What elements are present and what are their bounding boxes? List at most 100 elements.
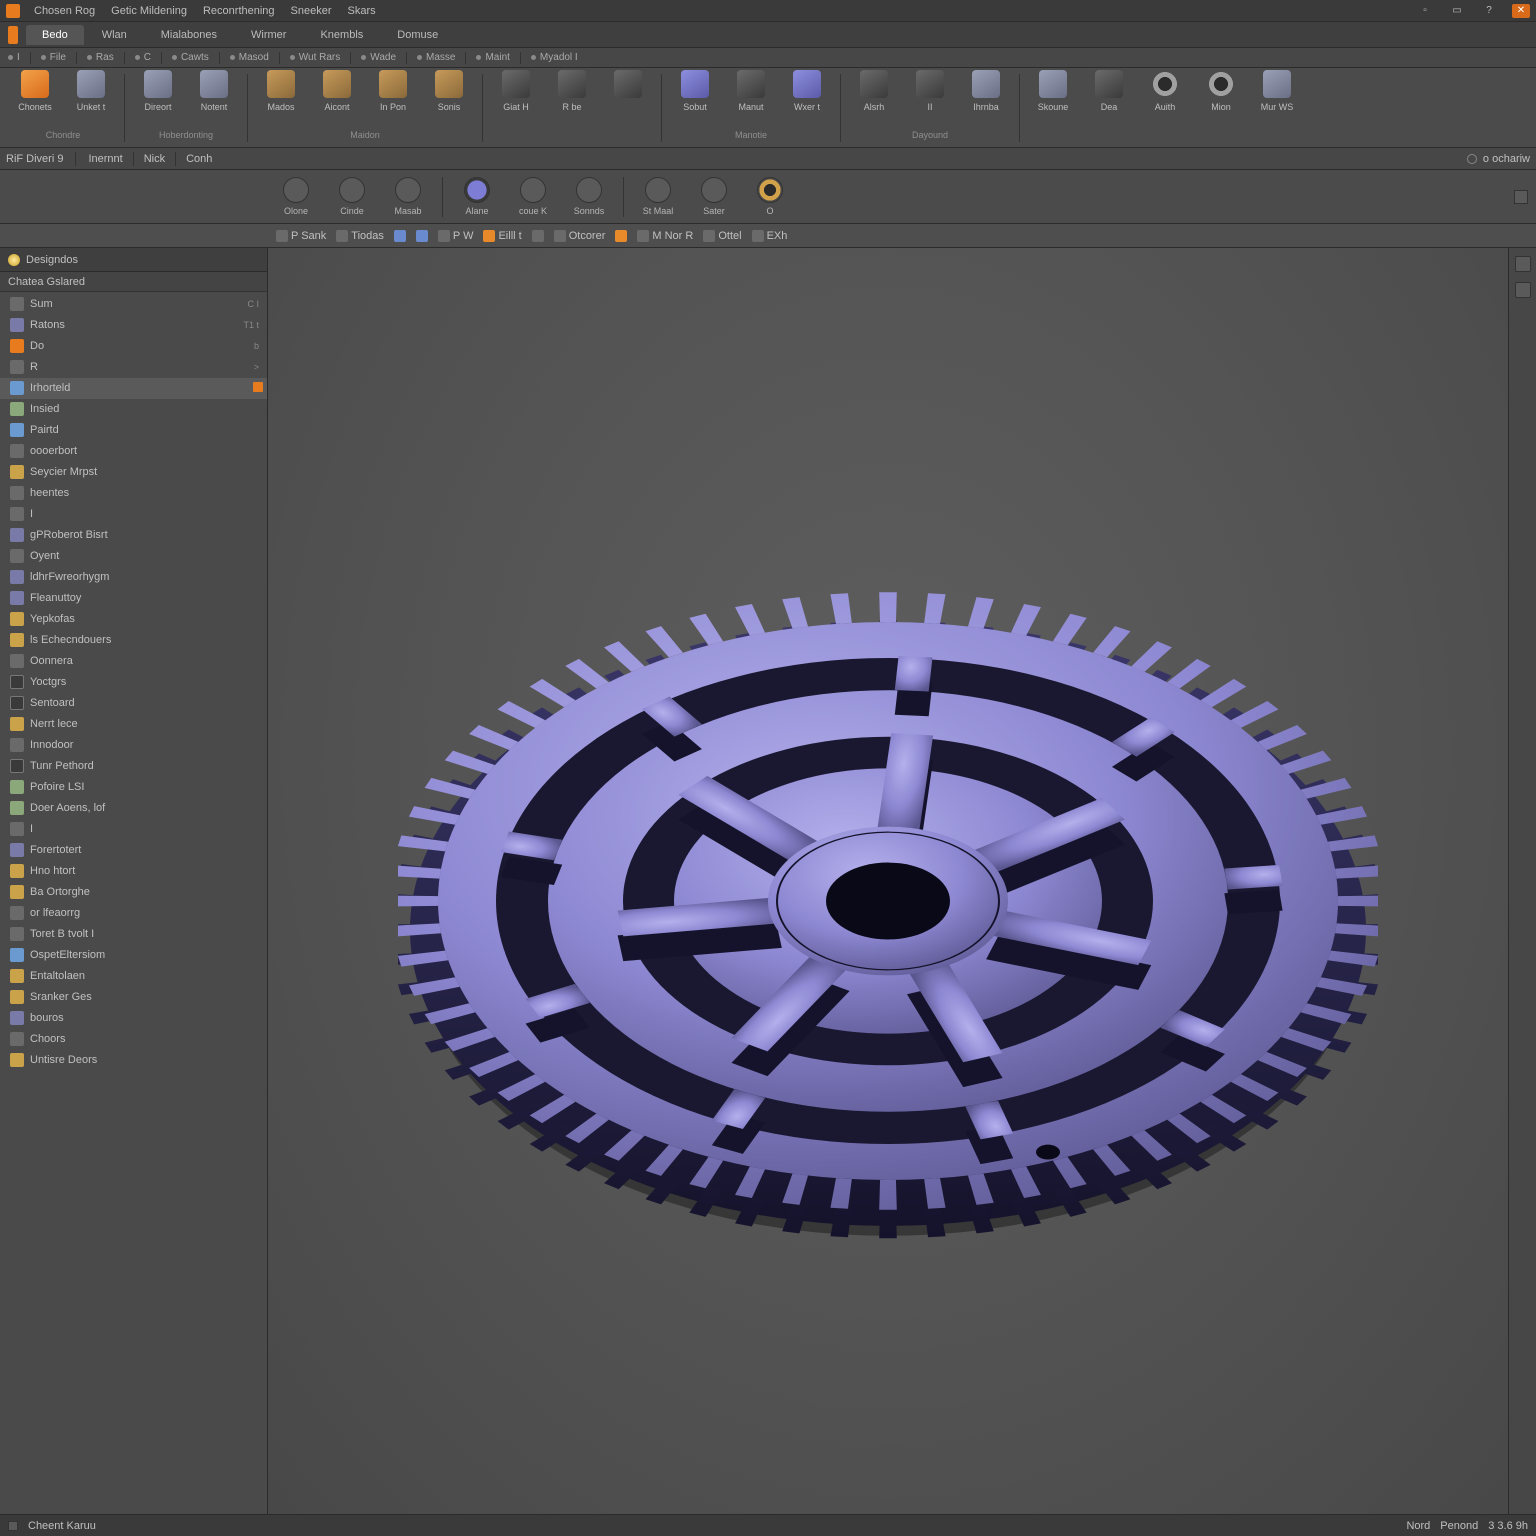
panel-btn-0[interactable]: Olone <box>268 177 324 216</box>
file-tab-icon[interactable] <box>8 26 18 44</box>
panel-btn-4[interactable]: coue K <box>505 177 561 216</box>
ribbon-btn-3-1[interactable]: R be <box>547 70 597 128</box>
qat-6[interactable]: Wut Rars <box>290 52 341 63</box>
ribbon-btn-5-1[interactable]: II <box>905 70 955 128</box>
tree-node-33[interactable]: Sranker Ges <box>0 987 267 1008</box>
tree-node-10[interactable]: I <box>0 504 267 525</box>
mini-5[interactable]: Eilll t <box>483 230 521 242</box>
panel-btn-1[interactable]: Cinde <box>324 177 380 216</box>
panel-btn-2[interactable]: Masab <box>380 177 436 216</box>
tree-node-2[interactable]: Dob <box>0 336 267 357</box>
tree-node-7[interactable]: oooerbort <box>0 441 267 462</box>
tree-node-35[interactable]: Choors <box>0 1029 267 1050</box>
tree-node-15[interactable]: Yepkofas <box>0 609 267 630</box>
mini-10[interactable]: Ottel <box>703 230 741 242</box>
ribbon-btn-2-2[interactable]: In Pon <box>368 70 418 128</box>
mini-7[interactable]: Otcorer <box>554 230 606 242</box>
window-close-icon[interactable]: ✕ <box>1512 4 1530 18</box>
tree-node-4[interactable]: Irhorteld <box>0 378 267 399</box>
tab-wlan[interactable]: Wlan <box>86 25 143 45</box>
ribbon-btn-6-2[interactable]: Auith <box>1140 70 1190 128</box>
gutter-tool-1-icon[interactable] <box>1515 256 1531 272</box>
tree-node-18[interactable]: Yoctgrs <box>0 672 267 693</box>
cmd-mid-2[interactable]: Conh <box>186 153 212 165</box>
mini-9[interactable]: M Nor R <box>637 230 693 242</box>
tree-node-31[interactable]: OspetEltersiom <box>0 945 267 966</box>
ribbon-btn-0-0[interactable]: Chonets <box>10 70 60 128</box>
tree-node-16[interactable]: ls Echecndouers <box>0 630 267 651</box>
ribbon-btn-4-1[interactable]: Manut <box>726 70 776 128</box>
tab-domuse[interactable]: Domuse <box>381 25 454 45</box>
tree-node-26[interactable]: Forertotert <box>0 840 267 861</box>
qat-3[interactable]: C <box>135 52 151 63</box>
menu-getic-mildening[interactable]: Getic Mildening <box>111 5 187 17</box>
cmd-mid-1[interactable]: Nick <box>144 153 165 165</box>
ribbon-btn-6-4[interactable]: Mur WS <box>1252 70 1302 128</box>
tab-knembls[interactable]: Knembls <box>304 25 379 45</box>
ribbon-btn-2-3[interactable]: Sonis <box>424 70 474 128</box>
qat-0[interactable]: I <box>8 52 20 63</box>
menu-reconrthening[interactable]: Reconrthening <box>203 5 275 17</box>
viewport-3d[interactable] <box>268 248 1508 1514</box>
browser-header[interactable]: Designdos <box>0 248 267 272</box>
qat-10[interactable]: Myadol I <box>531 52 578 63</box>
mini-1[interactable]: Tiodas <box>336 230 384 242</box>
tree-node-30[interactable]: Toret B tvolt I <box>0 924 267 945</box>
tab-wirmer[interactable]: Wirmer <box>235 25 302 45</box>
ribbon-btn-4-2[interactable]: Wxer t <box>782 70 832 128</box>
qat-2[interactable]: Ras <box>87 52 114 63</box>
panel-btn-7[interactable]: Sater <box>686 177 742 216</box>
tree-node-24[interactable]: Doer Aoens, lof <box>0 798 267 819</box>
ribbon-btn-5-2[interactable]: Ihrnba <box>961 70 1011 128</box>
menu-sneeker[interactable]: Sneeker <box>291 5 332 17</box>
mini-6[interactable] <box>532 230 544 242</box>
qat-1[interactable]: File <box>41 52 66 63</box>
tree-node-13[interactable]: ldhrFwreorhygm <box>0 567 267 588</box>
tree-node-0[interactable]: SumC I <box>0 294 267 315</box>
menu-chosen-rog[interactable]: Chosen Rog <box>34 5 95 17</box>
qat-7[interactable]: Wade <box>361 52 396 63</box>
browser-tree[interactable]: SumC IRatonsT1 tDobR>IrhorteldInsiedPair… <box>0 292 267 1514</box>
window-tool-1-icon[interactable]: ▫ <box>1416 4 1434 18</box>
tree-node-3[interactable]: R> <box>0 357 267 378</box>
ribbon-btn-1-0[interactable]: Direort <box>133 70 183 128</box>
tree-node-28[interactable]: Ba Ortorghe <box>0 882 267 903</box>
tree-node-19[interactable]: Sentoard <box>0 693 267 714</box>
tree-node-23[interactable]: Pofoire LSI <box>0 777 267 798</box>
mini-8[interactable] <box>615 230 627 242</box>
gutter-tool-2-icon[interactable] <box>1515 282 1531 298</box>
ribbon-btn-3-0[interactable]: Giat H <box>491 70 541 128</box>
ribbon-btn-6-3[interactable]: Mion <box>1196 70 1246 128</box>
tab-mialabones[interactable]: Mialabones <box>145 25 233 45</box>
cmd-mid-0[interactable]: Inernnt <box>88 153 122 165</box>
ribbon-btn-6-1[interactable]: Dea <box>1084 70 1134 128</box>
mini-2[interactable] <box>394 230 406 242</box>
qat-9[interactable]: Maint <box>476 52 509 63</box>
tree-node-22[interactable]: Tunr Pethord <box>0 756 267 777</box>
qat-5[interactable]: Masod <box>230 52 269 63</box>
panel-btn-5[interactable]: Sonnds <box>561 177 617 216</box>
tab-bedo[interactable]: Bedo <box>26 25 84 45</box>
ribbon-btn-3-2[interactable] <box>603 70 653 128</box>
panel-btn-8[interactable]: O <box>742 177 798 216</box>
tree-node-6[interactable]: Pairtd <box>0 420 267 441</box>
window-help-icon[interactable]: ? <box>1480 4 1498 18</box>
tree-node-17[interactable]: Oonnera <box>0 651 267 672</box>
tree-node-20[interactable]: Nerrt lece <box>0 714 267 735</box>
tree-node-36[interactable]: Untisre Deors <box>0 1050 267 1071</box>
panel-btn-6[interactable]: St Maal <box>630 177 686 216</box>
tree-node-8[interactable]: Seycier Mrpst <box>0 462 267 483</box>
panel-collapse-icon[interactable] <box>1514 190 1528 204</box>
menu-skars[interactable]: Skars <box>348 5 376 17</box>
mini-0[interactable]: P Sank <box>276 230 326 242</box>
panel-btn-3[interactable]: Alane <box>449 177 505 216</box>
tree-node-11[interactable]: gPRoberot Bisrt <box>0 525 267 546</box>
browser-subheader[interactable]: Chatea Gslared <box>0 272 267 292</box>
tree-node-1[interactable]: RatonsT1 t <box>0 315 267 336</box>
tree-node-21[interactable]: Innodoor <box>0 735 267 756</box>
tree-node-34[interactable]: bouros <box>0 1008 267 1029</box>
mini-11[interactable]: EXh <box>752 230 788 242</box>
tree-node-29[interactable]: or lfeaorrg <box>0 903 267 924</box>
ribbon-btn-6-0[interactable]: Skoune <box>1028 70 1078 128</box>
tree-node-25[interactable]: I <box>0 819 267 840</box>
